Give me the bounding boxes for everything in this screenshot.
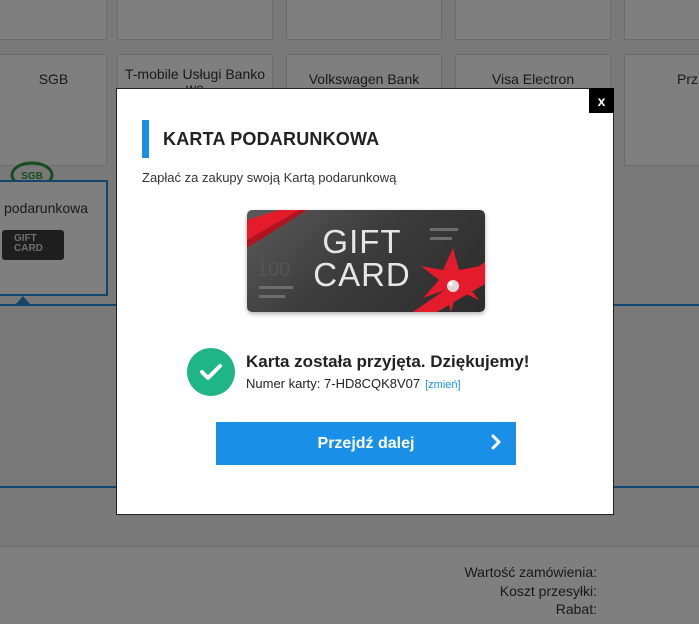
change-card-link[interactable]: [zmień] [425, 379, 460, 391]
close-button[interactable]: x [589, 88, 614, 113]
chevron-right-icon [491, 434, 501, 450]
modal-title: KARTA PODARUNKOWA [163, 129, 380, 149]
success-check-icon [187, 348, 235, 396]
modal-subtitle: Zapłać za zakupy swoją Kartą podarunkową [142, 170, 397, 185]
card-number-line: Numer karty: 7-HD8CQK8V07 [zmień] [246, 376, 461, 391]
success-message: Karta została przyjęta. Dziękujemy! [246, 352, 530, 371]
card-number: Numer karty: 7-HD8CQK8V07 [246, 376, 421, 391]
gift-card-modal: KARTA PODARUNKOWA Zapłać za zakupy swoją… [116, 88, 614, 515]
title-accent-bar [142, 120, 149, 158]
next-button-label: Przejdź dalej [317, 434, 415, 452]
next-button[interactable]: Przejdź dalej [216, 422, 516, 465]
gift-card-value: 100 [257, 259, 290, 281]
gift-card-word-card: CARD [313, 256, 411, 293]
gift-card-image: 100 GIFT CARD [247, 210, 485, 312]
